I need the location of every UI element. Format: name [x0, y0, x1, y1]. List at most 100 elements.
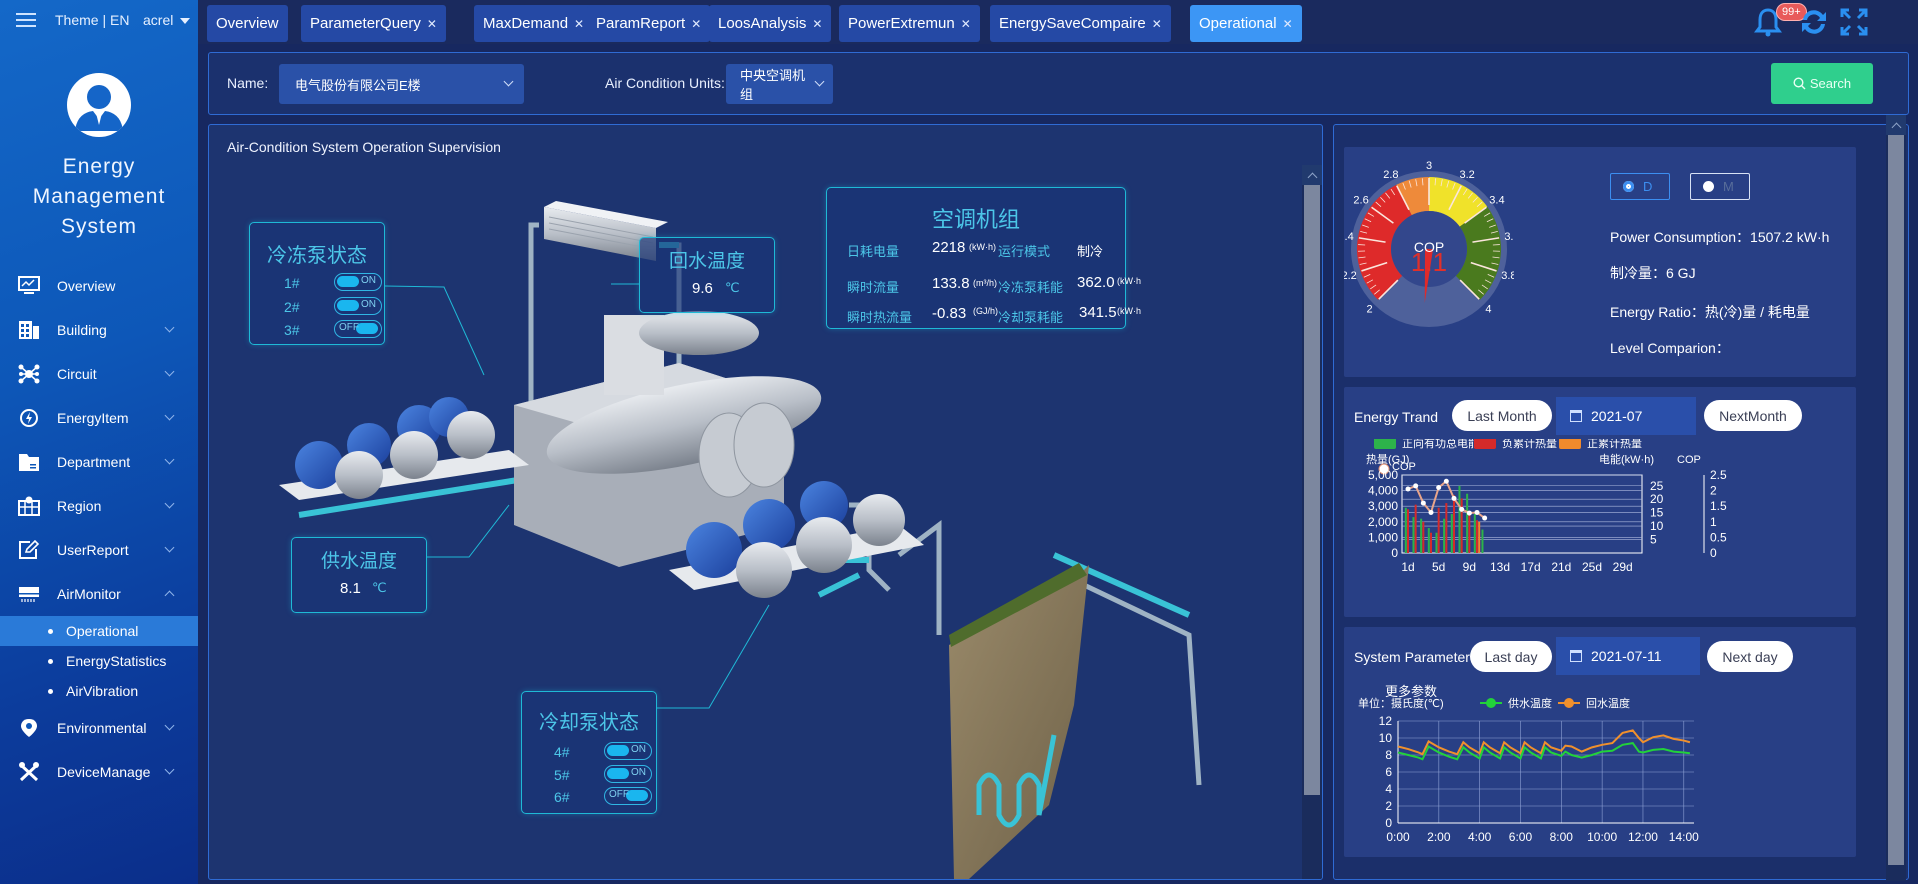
- tab-label: EnergySaveCompaire: [999, 15, 1146, 32]
- y-right2-tick: 0.5: [1710, 530, 1727, 544]
- close-icon[interactable]: ✕: [1283, 17, 1293, 31]
- unit-label: (GJ/h): [973, 306, 999, 316]
- theme-language-toggle[interactable]: Theme | EN: [55, 12, 129, 28]
- next-month-button[interactable]: NextMonth: [1704, 400, 1802, 431]
- next-day-button[interactable]: Next day: [1707, 641, 1793, 672]
- name-select[interactable]: 电气股份有限公司E楼: [279, 64, 524, 104]
- pump-id: 4#: [554, 744, 570, 760]
- tab-overview[interactable]: Overview: [207, 5, 288, 42]
- sidebar-item-label: Environmental: [57, 720, 147, 736]
- sidebar-item-label: DeviceManage: [57, 764, 151, 780]
- sidebar-item-label: UserReport: [57, 542, 129, 558]
- y-left-tick: 0: [1391, 546, 1398, 560]
- tab-parameterquery[interactable]: ParameterQuery ✕: [301, 5, 446, 42]
- sidebar-subitem-energystatistics[interactable]: EnergyStatistics: [0, 646, 198, 676]
- sidebar-item-userreport[interactable]: UserReport: [0, 528, 198, 572]
- radio-label: D: [1643, 179, 1653, 194]
- legend-label: 正累计热量: [1587, 439, 1642, 450]
- cop-point: [1405, 486, 1411, 492]
- fullscreen-icon[interactable]: [1838, 6, 1870, 38]
- unit-label: 单位：摄氏度(℃): [1358, 697, 1444, 710]
- bullet-icon: [48, 689, 53, 694]
- scrollbar-thumb[interactable]: [1304, 185, 1320, 795]
- bullet-icon: [48, 659, 53, 664]
- tab-label: ParameterQuery: [310, 15, 421, 32]
- air-condition-units-select[interactable]: 中央空调机组: [726, 64, 833, 104]
- sidebar-item-overview[interactable]: Overview: [0, 264, 198, 308]
- pump-3-toggle[interactable]: OFF: [334, 320, 382, 338]
- user-menu[interactable]: acrel: [143, 12, 173, 28]
- chevron-down-icon: [164, 322, 175, 333]
- energy-trend-chart: 正向有功总电能 负累计热量 正累计热量热量(GJ)COP电能(kW·h) COP01,…: [1366, 439, 1727, 574]
- scroll-up-icon[interactable]: [1302, 165, 1322, 185]
- cop-point: [1482, 515, 1488, 521]
- tab-maxdemand[interactable]: MaxDemand ✕: [474, 5, 594, 42]
- sidebar-item-devicemanage[interactable]: DeviceManage: [0, 750, 198, 794]
- tab-operational[interactable]: Operational ✕: [1190, 5, 1302, 42]
- last-month-button[interactable]: Last Month: [1452, 400, 1552, 431]
- close-icon[interactable]: ✕: [427, 17, 437, 31]
- sidebar-item-building[interactable]: Building: [0, 308, 198, 352]
- radio-month[interactable]: M: [1690, 173, 1750, 200]
- legend-swatch: [1374, 439, 1396, 449]
- radio-unselected-icon: [1703, 181, 1714, 192]
- chilled-pump-status-panel: 冷冻泵状态 1# ON 2# ON 3# OFF: [249, 222, 385, 345]
- sidebar-item-department[interactable]: Department: [0, 440, 198, 484]
- pump-2-toggle[interactable]: ON: [334, 297, 382, 315]
- sidebar-item-label: Department: [57, 454, 131, 470]
- search-button[interactable]: Search: [1771, 63, 1873, 104]
- tab-powerextremun[interactable]: PowerExtremun ✕: [839, 5, 980, 42]
- tab-energysavecompaire[interactable]: EnergySaveCompaire ✕: [990, 5, 1171, 42]
- scrollbar-thumb[interactable]: [1888, 135, 1904, 865]
- sidebar-item-energyitem[interactable]: EnergyItem: [0, 396, 198, 440]
- refresh-icon[interactable]: [1798, 6, 1830, 38]
- gauge-tick-label: 3.8: [1501, 270, 1514, 282]
- instant-heat-flow-value: -0.83: [932, 305, 967, 322]
- pump-6-toggle[interactable]: OFF: [604, 787, 652, 805]
- unit-label: (kW·h): [969, 242, 996, 252]
- sidebar-subitem-operational[interactable]: Operational: [0, 616, 198, 646]
- chevron-down-icon: [503, 76, 514, 87]
- close-icon[interactable]: ✕: [812, 17, 822, 31]
- app-title-line: Management: [32, 185, 166, 208]
- close-icon[interactable]: ✕: [1152, 17, 1162, 31]
- chevron-up-icon: [164, 590, 175, 601]
- month-picker[interactable]: 2021-07: [1556, 397, 1696, 435]
- sidebar-item-airmonitor[interactable]: AirMonitor: [0, 572, 198, 616]
- tab-loosanalysis[interactable]: LoosAnalysis ✕: [709, 5, 832, 42]
- right-panel-scrollbar[interactable]: [1886, 115, 1906, 881]
- hamburger-menu-icon[interactable]: [16, 10, 36, 30]
- scroll-up-icon[interactable]: [1886, 115, 1906, 135]
- y-tick: 10: [1379, 731, 1393, 745]
- button-label: Next day: [1722, 648, 1778, 665]
- close-icon[interactable]: ✕: [961, 17, 971, 31]
- chevron-down-icon: [164, 542, 175, 553]
- energy-ratio: Energy Ratio：热(冷)量 / 耗电量: [1610, 304, 1810, 320]
- toggle-state: ON: [361, 299, 376, 310]
- metric-label: 冷冻泵耗能: [998, 280, 1064, 295]
- sidebar-item-region[interactable]: Region: [0, 484, 198, 528]
- sidebar-subitem-airvibration[interactable]: AirVibration: [0, 676, 198, 706]
- supervision-scrollbar[interactable]: [1302, 165, 1322, 879]
- bullet-icon: [48, 629, 53, 634]
- pump-5-toggle[interactable]: ON: [604, 765, 652, 783]
- sidebar-item-label: Region: [57, 498, 102, 514]
- y-left-tick: 2,000: [1368, 515, 1398, 529]
- pump-1-toggle[interactable]: ON: [334, 273, 382, 291]
- level-comparison: Level Comparion：: [1610, 340, 1730, 356]
- caret-down-icon[interactable]: [180, 18, 190, 24]
- radio-day[interactable]: D: [1610, 173, 1670, 200]
- tab-paramreport[interactable]: ParamReport ✕: [587, 5, 711, 42]
- cooling-pump-status-panel: 冷却泵状态 4# ON 5# ON 6# OFF: [521, 691, 657, 814]
- last-day-button[interactable]: Last day: [1470, 641, 1552, 672]
- day-picker[interactable]: 2021-07-11: [1556, 637, 1700, 675]
- bar: [1466, 493, 1469, 553]
- close-icon[interactable]: ✕: [691, 17, 701, 31]
- pump-4-toggle[interactable]: ON: [604, 742, 652, 760]
- x-tick: 1d: [1401, 560, 1414, 574]
- close-icon[interactable]: ✕: [574, 17, 584, 31]
- unit-label: (kW·h: [1117, 306, 1141, 316]
- sidebar-item-circuit[interactable]: Circuit: [0, 352, 198, 396]
- sidebar-item-environmental[interactable]: Environmental: [0, 706, 198, 750]
- y-tick: 6: [1385, 765, 1392, 779]
